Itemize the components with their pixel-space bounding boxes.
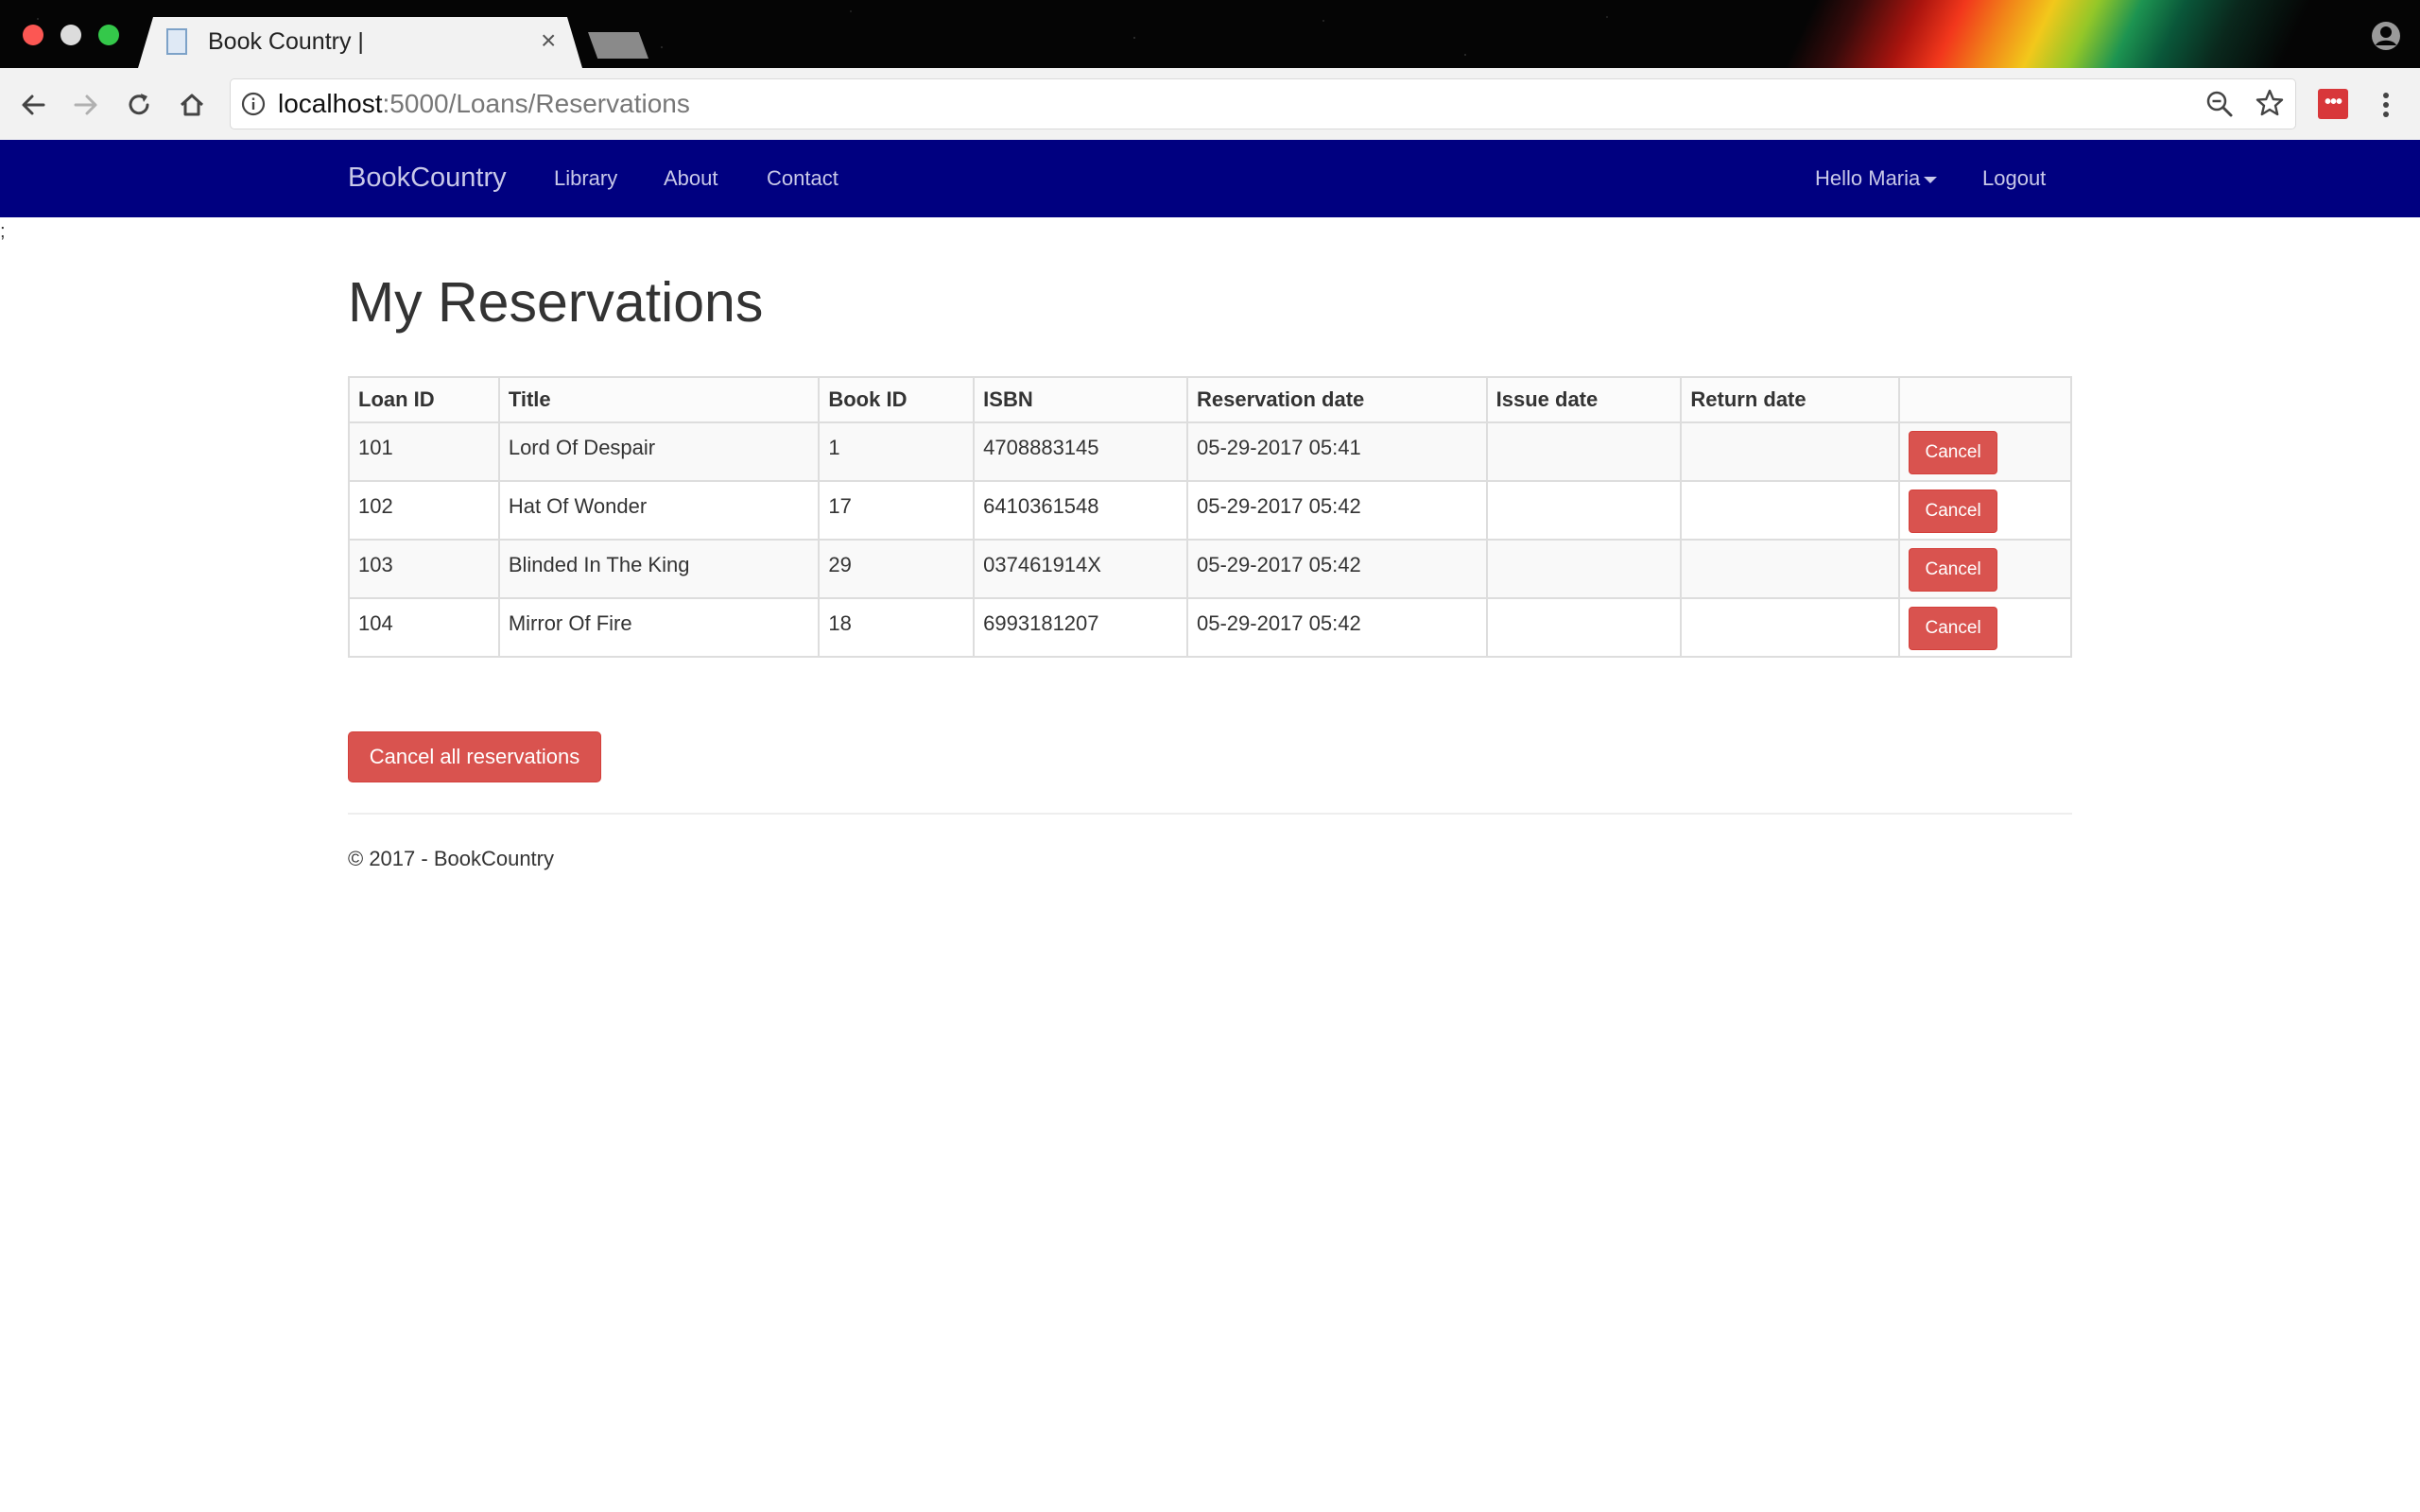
issue-date-cell [1485,539,1683,599]
table-row: 102 Hat Of Wonder 17 6410361548 05-29-20… [348,480,2072,541]
tab-title: Book Country | [208,28,364,55]
bookmark-star-icon[interactable] [2254,87,2286,119]
titlebar-theme-art [1569,0,2420,68]
loan-id-cell: 101 [348,421,500,482]
column-header: ISBN [973,376,1188,423]
logout-link[interactable]: Logout [1982,166,2046,191]
return-date-cell [1680,480,1901,541]
title-cell: Mirror Of Fire [497,597,821,658]
url-host: localhost [278,89,383,118]
isbn-cell: 6993181207 [973,597,1188,658]
book-id-cell: 29 [818,539,976,599]
loan-id-cell: 102 [348,480,500,541]
book-id-cell: 18 [818,597,976,658]
tab-close-icon[interactable]: × [541,26,556,55]
new-tab-button[interactable] [588,32,648,59]
issue-date-cell [1485,480,1683,541]
column-header: Reservation date [1185,376,1488,423]
action-cell: Cancel [1898,597,2072,658]
table-header-row: Loan ID Title Book ID ISBN Reservation d… [348,376,2072,423]
footer-divider [348,813,2072,815]
zoom-icon[interactable] [2204,89,2235,119]
cancel-reservation-button[interactable]: Cancel [1909,431,1998,474]
forward-arrow-icon[interactable] [70,89,102,121]
column-header [1898,376,2072,423]
home-icon[interactable] [176,89,208,121]
isbn-cell: 037461914X [973,539,1188,599]
return-date-cell [1680,539,1901,599]
cancel-all-reservations-button[interactable]: Cancel all reservations [348,731,601,782]
reservation-date-cell: 05-29-2017 05:42 [1185,539,1488,599]
return-date-cell [1680,597,1901,658]
column-header: Issue date [1485,376,1683,423]
extension-icon[interactable]: ••• [2318,89,2348,119]
column-header: Book ID [818,376,976,423]
cancel-reservation-button[interactable]: Cancel [1909,548,1998,592]
action-cell: Cancel [1898,480,2072,541]
isbn-cell: 4708883145 [973,421,1188,482]
page-favicon-icon [166,28,187,55]
reservation-date-cell: 05-29-2017 05:42 [1185,597,1488,658]
book-id-cell: 1 [818,421,976,482]
loan-id-cell: 103 [348,539,500,599]
footer-copyright: © 2017 - BookCountry [348,847,554,870]
window-minimize-button[interactable] [60,25,81,45]
nav-link-about[interactable]: About [664,166,718,191]
window-maximize-button[interactable] [98,25,119,45]
return-date-cell [1680,421,1901,482]
window-close-button[interactable] [23,25,43,45]
nav-link-contact[interactable]: Contact [767,166,838,191]
action-cell: Cancel [1898,539,2072,599]
column-header: Title [497,376,821,423]
navbar-brand[interactable]: BookCountry [348,163,507,194]
isbn-cell: 6410361548 [973,480,1188,541]
cancel-reservation-button[interactable]: Cancel [1909,607,1998,650]
reload-icon[interactable] [123,89,155,121]
cancel-reservation-button[interactable]: Cancel [1909,490,1998,533]
column-header: Loan ID [348,376,500,423]
url-text[interactable]: localhost:5000/Loans/Reservations [278,89,690,119]
table-row: 104 Mirror Of Fire 18 6993181207 05-29-2… [348,597,2072,658]
stray-text: ; [0,221,6,242]
reservation-date-cell: 05-29-2017 05:41 [1185,421,1488,482]
action-cell: Cancel [1898,421,2072,482]
issue-date-cell [1485,421,1683,482]
page-title: My Reservations [348,271,764,334]
user-greeting: Hello Maria [1815,166,1921,190]
title-cell: Blinded In The King [497,539,821,599]
nav-link-library[interactable]: Library [554,166,617,191]
site-info-icon[interactable] [240,91,267,117]
caret-down-icon [1924,176,1938,183]
column-header: Return date [1680,376,1901,423]
reservations-table: Loan ID Title Book ID ISBN Reservation d… [348,376,2072,658]
back-arrow-icon[interactable] [17,89,49,121]
reservation-date-cell: 05-29-2017 05:42 [1185,480,1488,541]
url-path: :5000/Loans/Reservations [382,89,690,118]
browser-menu-icon[interactable] [2375,89,2397,121]
title-cell: Lord Of Despair [497,421,821,482]
profile-icon[interactable] [2371,21,2401,51]
table-row: 101 Lord Of Despair 1 4708883145 05-29-2… [348,421,2072,482]
table-row: 103 Blinded In The King 29 037461914X 05… [348,539,2072,599]
title-cell: Hat Of Wonder [497,480,821,541]
book-id-cell: 17 [818,480,976,541]
issue-date-cell [1485,597,1683,658]
loan-id-cell: 104 [348,597,500,658]
user-menu-dropdown[interactable]: Hello Maria [1815,166,1938,191]
